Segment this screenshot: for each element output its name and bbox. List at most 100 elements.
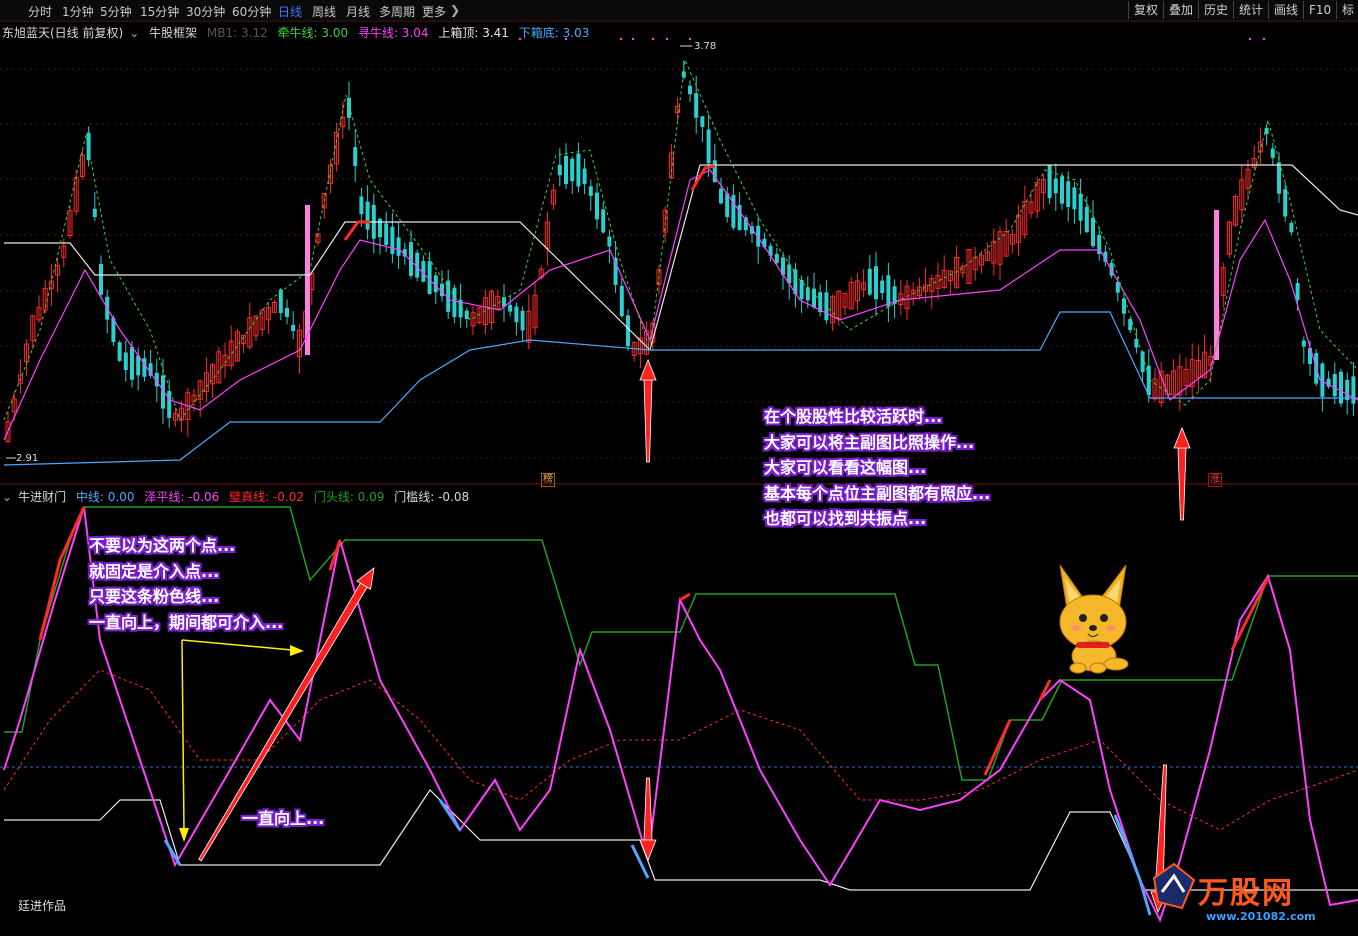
candle-body — [396, 237, 401, 256]
candle-body — [1053, 178, 1058, 194]
candle-body — [1345, 379, 1350, 401]
candle-body — [520, 310, 525, 331]
candle-body — [1091, 217, 1095, 247]
candle-body — [886, 275, 891, 307]
yellow-pointer-line — [181, 639, 185, 831]
candle-body — [117, 342, 122, 361]
candle-body — [1084, 206, 1089, 233]
zhongxian-segment — [438, 799, 462, 831]
note-left-line: 一直向上，期间都可介入... — [89, 612, 284, 632]
candle-body — [719, 188, 723, 204]
candle-body — [874, 266, 878, 300]
note-right: 在个股股性比较活跃时... 大家可以将主副图比照操作... 大家可以看看这幅图.… — [764, 404, 990, 532]
chart-canvas[interactable] — [0, 0, 1358, 936]
candle-body — [1295, 283, 1300, 301]
note-left-line: 不要以为这两个点... — [89, 536, 236, 555]
up-arrow-icon — [1173, 426, 1191, 449]
note-left-line: 就固定是介入点... — [89, 561, 220, 581]
candle-body — [588, 186, 593, 196]
candle-body — [681, 71, 686, 78]
candle-body — [880, 280, 885, 294]
candle-body — [1301, 340, 1306, 347]
qianniu-line — [3, 58, 1358, 422]
down-arrow-icon — [639, 839, 657, 862]
yellow-arrow-icon — [179, 828, 189, 842]
upper-box-line — [4, 164, 1358, 352]
note-right-line: 在个股股性比较活跃时... — [764, 407, 943, 426]
note-bottom: 一直向上... — [242, 809, 325, 828]
candle-body — [1072, 187, 1077, 210]
signal-dot — [1248, 37, 1252, 41]
candle-body — [706, 129, 711, 164]
watermark-url: www.201082.com — [1206, 910, 1316, 923]
bull-up-segment — [679, 592, 691, 602]
yellow-pointer-line — [181, 639, 293, 651]
candle-body — [867, 268, 872, 295]
up-arrow-icon — [1177, 447, 1187, 521]
limit-up-badge[interactable]: 涨 — [1208, 473, 1222, 487]
candle-body — [1140, 351, 1145, 372]
candle-body — [1332, 374, 1337, 397]
candle-body — [576, 153, 581, 187]
candle-body — [1128, 319, 1133, 331]
candle-body — [291, 324, 296, 332]
candle-body — [384, 223, 389, 245]
candle-body — [1066, 181, 1071, 207]
candle-body — [557, 164, 562, 176]
candle-body — [1270, 148, 1275, 158]
candle-body — [508, 304, 513, 312]
candle-body — [285, 307, 289, 318]
signal-dot — [688, 37, 692, 41]
candle-body — [1283, 189, 1288, 217]
signal-dot — [651, 37, 655, 41]
candle-body — [626, 315, 630, 347]
candle-body — [812, 288, 816, 308]
candle-body — [92, 208, 97, 217]
high-price-label: 3.78 — [694, 41, 717, 52]
candle-body — [1078, 193, 1083, 221]
candle-body — [359, 196, 364, 215]
down-arrow-icon — [643, 777, 653, 841]
candle-body — [167, 390, 172, 418]
candle-body — [1047, 165, 1052, 199]
bull-up-segment — [1038, 679, 1052, 701]
bull-up-segment — [1230, 577, 1270, 651]
low-price-label: 2.91 — [16, 453, 39, 464]
candle-body — [1289, 222, 1294, 233]
candle-body — [514, 306, 519, 323]
candle-body — [1339, 371, 1343, 404]
candle-body — [601, 209, 606, 233]
watermark-logo: 万股网 — [1198, 876, 1294, 911]
note-right-line: 大家可以将主副图比照操作... — [764, 432, 975, 452]
candle-body — [582, 168, 587, 184]
candle-body — [123, 352, 128, 371]
xunniu-up-segment — [690, 164, 716, 191]
candle-body — [1351, 376, 1356, 404]
signal-dot — [1262, 37, 1266, 41]
signal-dot — [631, 37, 635, 41]
candle-body — [365, 201, 370, 230]
candle-body — [607, 236, 612, 247]
candle-body — [1264, 127, 1269, 135]
signal-dot — [564, 37, 568, 41]
candle-body — [142, 358, 147, 377]
candle-body — [278, 289, 283, 313]
candle-body — [390, 226, 395, 254]
candle-body — [688, 85, 692, 95]
candle-body — [570, 158, 575, 182]
up-arrow-icon — [639, 358, 657, 381]
note-right-line: 大家可以看看这幅图... — [764, 458, 927, 477]
candle-body — [774, 253, 779, 264]
dog-sticker-icon — [1059, 564, 1129, 674]
candlesticks — [5, 60, 1356, 444]
author-label: 廷进作品 — [18, 899, 67, 913]
zhongxian-segment — [163, 839, 182, 866]
yellow-arrow-icon — [290, 645, 304, 656]
signal-dot — [518, 37, 522, 41]
candle-body — [1060, 176, 1064, 204]
candle-body — [700, 116, 705, 127]
rank-badge[interactable]: 榜 — [541, 473, 555, 487]
candle-body — [353, 147, 358, 166]
signal-dot — [619, 37, 623, 41]
candle-body — [799, 279, 804, 300]
